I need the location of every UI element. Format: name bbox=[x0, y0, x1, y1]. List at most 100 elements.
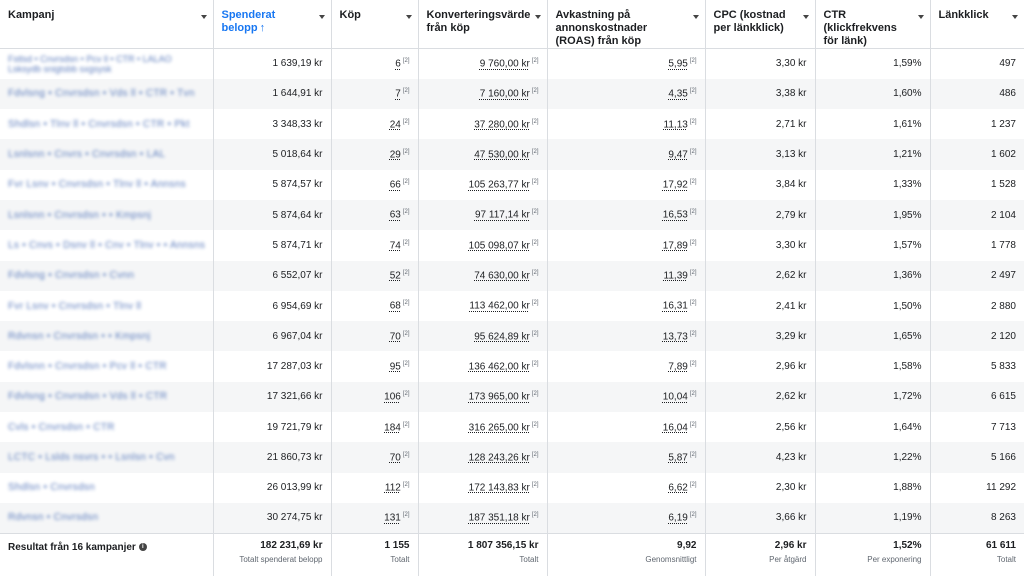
campaign-name-cell[interactable]: Ls • Cnvs • Dsnv ll • Cnv • Tlnv • • Ann… bbox=[0, 230, 214, 261]
campaign-name-cell[interactable]: LCTC • Lslds nsvrs • • Lsnlsn • Cvn bbox=[0, 442, 214, 473]
kop-cell[interactable]: 66 [2] bbox=[331, 169, 419, 200]
kop-cell[interactable]: 106 [2] bbox=[331, 381, 419, 413]
campaign-name-link[interactable]: Fvr Lsnv • Cnvrsdsn • Tlnv ll • Annsns bbox=[8, 179, 186, 190]
column-header-roas[interactable]: Avkastning på annonskostnader (ROAS) frå… bbox=[547, 0, 706, 49]
konv-cell[interactable]: 105 098,07 kr [2] bbox=[418, 230, 548, 261]
campaign-name-link[interactable]: Rdvnsn • Cnvrsdsn bbox=[8, 512, 98, 523]
sort-caret-icon[interactable] bbox=[917, 15, 924, 19]
campaign-name-cell[interactable]: Rdvnsn • Cnvrsdsn bbox=[0, 502, 214, 534]
campaign-name-link[interactable]: Lsnlsnn • Cnvrs • Cnvrsdsn • LAL bbox=[8, 149, 165, 160]
campaign-name-cell[interactable]: Lsnlsnn • Cnvrsdsn • • Kmpsnj bbox=[0, 199, 214, 231]
roas-cell[interactable]: 7,89 [2] bbox=[547, 351, 706, 382]
campaign-name-link[interactable]: Fvr Lsnv • Cnvrsdsn • Tlnv ll bbox=[8, 301, 141, 312]
sort-caret-icon[interactable] bbox=[802, 15, 809, 19]
sort-caret-icon[interactable] bbox=[1012, 15, 1018, 19]
kop-cell[interactable]: 6 [2] bbox=[331, 48, 419, 79]
kop-cell[interactable]: 74 [2] bbox=[331, 230, 419, 261]
roas-cell[interactable]: 9,47 [2] bbox=[547, 139, 706, 170]
roas-cell[interactable]: 5,95 [2] bbox=[547, 48, 706, 79]
sort-caret-icon[interactable] bbox=[405, 15, 412, 19]
kop-cell[interactable]: 70 [2] bbox=[331, 442, 419, 473]
campaign-name-cell[interactable]: Fstlsd • Cnvrsdsn • Pcv ll • CTR • LALAO… bbox=[0, 48, 214, 79]
campaign-name-cell[interactable]: Cvls • Cnvrsdsn • CTR bbox=[0, 412, 214, 443]
konv-cell[interactable]: 7 160,00 kr [2] bbox=[418, 78, 548, 110]
column-header-kampanj[interactable]: Kampanj bbox=[0, 0, 214, 49]
konv-cell[interactable]: 95 624,89 kr [2] bbox=[418, 321, 548, 352]
roas-cell[interactable]: 5,87 [2] bbox=[547, 442, 706, 473]
konv-cell[interactable]: 105 263,77 kr [2] bbox=[418, 169, 548, 200]
roas-cell[interactable]: 11,13 [2] bbox=[547, 109, 706, 140]
roas-cell[interactable]: 10,04 [2] bbox=[547, 381, 706, 413]
kop-cell[interactable]: 52 [2] bbox=[331, 260, 419, 291]
roas-cell[interactable]: 4,35 [2] bbox=[547, 78, 706, 110]
sort-caret-icon[interactable] bbox=[318, 15, 325, 19]
konv-cell[interactable]: 74 630,00 kr [2] bbox=[418, 260, 548, 291]
roas-cell[interactable]: 17,92 [2] bbox=[547, 169, 706, 200]
campaign-name-cell[interactable]: Shdlsn • Tlnv ll • Cnvrsdsn • CTR • Pkt bbox=[0, 109, 214, 140]
table-row: Cvls • Cnvrsdsn • CTR 19 721,79 kr 184 [2] 3… bbox=[0, 412, 1024, 443]
campaign-name-link[interactable]: Ls • Cnvs • Dsnv ll • Cnv • Tlnv • • Ann… bbox=[8, 240, 205, 251]
kop-cell[interactable]: 24 [2] bbox=[331, 109, 419, 140]
column-header-ctr[interactable]: CTR (klickfrekvens för länk) bbox=[815, 0, 931, 49]
konv-cell[interactable]: 9 760,00 kr [2] bbox=[418, 48, 548, 79]
campaign-name-link[interactable]: Cvls • Cnvrsdsn • CTR bbox=[8, 422, 115, 433]
sort-caret-icon[interactable] bbox=[534, 15, 541, 19]
konv-cell[interactable]: 113 462,00 kr [2] bbox=[418, 290, 548, 322]
konv-cell[interactable]: 47 530,00 kr [2] bbox=[418, 139, 548, 170]
kop-cell[interactable]: 95 [2] bbox=[331, 351, 419, 382]
campaign-name-link[interactable]: Lsnlsnn • Cnvrsdsn • • Kmpsnj bbox=[8, 210, 151, 221]
column-header-spend[interactable]: Spenderat belopp ↑ bbox=[213, 0, 332, 49]
konv-cell[interactable]: 316 265,00 kr [2] bbox=[418, 412, 548, 443]
konv-cell[interactable]: 172 143,83 kr [2] bbox=[418, 472, 548, 503]
campaign-name-cell[interactable]: Fvr Lsnv • Cnvrsdsn • Tlnv ll bbox=[0, 290, 214, 322]
roas-cell[interactable]: 13,73 [2] bbox=[547, 321, 706, 352]
kop-cell[interactable]: 63 [2] bbox=[331, 199, 419, 231]
campaign-name-link[interactable]: Fdvlsnn • Cnvrsdsn • Pcv ll • CTR bbox=[8, 361, 167, 372]
roas-cell[interactable]: 6,19 [2] bbox=[547, 502, 706, 534]
campaign-name-cell[interactable]: Lsnlsnn • Cnvrs • Cnvrsdsn • LAL bbox=[0, 139, 214, 170]
info-icon[interactable]: i bbox=[138, 543, 147, 552]
roas-cell[interactable]: 17,89 [2] bbox=[547, 230, 706, 261]
campaign-name-link[interactable]: LCTC • Lslds nsvrs • • Lsnlsn • Cvn bbox=[8, 452, 175, 463]
konv-cell[interactable]: 187 351,18 kr [2] bbox=[418, 502, 548, 534]
roas-cell[interactable]: 6,62 [2] bbox=[547, 472, 706, 503]
campaign-name-link[interactable]: Shdlsn • Tlnv ll • Cnvrsdsn • CTR • Pkt bbox=[8, 119, 190, 130]
kop-cell[interactable]: 7 [2] bbox=[331, 78, 419, 110]
konv-cell[interactable]: 136 462,00 kr [2] bbox=[418, 351, 548, 382]
campaign-name-link[interactable]: Rdvnsn • Cnvrsdsn • • Kmpsnj bbox=[8, 331, 150, 342]
konv-cell[interactable]: 173 965,00 kr [2] bbox=[418, 381, 548, 413]
sort-caret-icon[interactable] bbox=[200, 15, 207, 19]
roas-cell[interactable]: 16,53 [2] bbox=[547, 199, 706, 231]
campaign-name-cell[interactable]: Fdvlsng • Cnvrsdsn • Vds ll • CTR • Tvn bbox=[0, 78, 214, 110]
roas-cell[interactable]: 16,31 [2] bbox=[547, 290, 706, 322]
campaign-name-cell[interactable]: Rdvnsn • Cnvrsdsn • • Kmpsnj bbox=[0, 321, 214, 352]
konv-cell[interactable]: 37 280,00 kr [2] bbox=[418, 109, 548, 140]
konv-cell[interactable]: 128 243,26 kr [2] bbox=[418, 442, 548, 473]
kop-cell[interactable]: 112 [2] bbox=[331, 472, 419, 503]
kop-cell[interactable]: 131 [2] bbox=[331, 502, 419, 534]
roas-cell[interactable]: 11,39 [2] bbox=[547, 260, 706, 291]
campaign-name-link[interactable]: Fstlsd • Cnvrsdsn • Pcv ll • CTR • LALAO bbox=[8, 54, 205, 64]
roas-cell[interactable]: 16,04 [2] bbox=[547, 412, 706, 443]
campaign-name-link[interactable]: Fdvlsng • Cnvrsdsn • Vds ll • CTR bbox=[8, 391, 167, 402]
campaign-name-link[interactable]: Fdvlsng • Cnvrsdsn • Vds ll • CTR • Tvn bbox=[8, 88, 195, 99]
column-header-cpc[interactable]: CPC (kostnad per länkklick) bbox=[705, 0, 816, 49]
totals-cpc: 2,96 kr Per åtgärd bbox=[705, 532, 816, 576]
campaign-name-cell[interactable]: Shdlsn • Cnvrsdsn bbox=[0, 472, 214, 503]
kop-cell[interactable]: 68 [2] bbox=[331, 290, 419, 322]
column-header-lank[interactable]: Länkklick bbox=[930, 0, 1024, 49]
table-row: Rdvnsn • Cnvrsdsn 30 274,75 kr 131 [2] 187 3… bbox=[0, 502, 1024, 534]
kop-cell[interactable]: 184 [2] bbox=[331, 412, 419, 443]
campaign-name-link[interactable]: Shdlsn • Cnvrsdsn bbox=[8, 482, 95, 493]
column-header-konv[interactable]: Konverteringsvärde från köp bbox=[418, 0, 548, 49]
kop-cell[interactable]: 29 [2] bbox=[331, 139, 419, 170]
campaign-name-cell[interactable]: Fdvlsng • Cnvrsdsn • Cvnn bbox=[0, 260, 214, 291]
campaign-name-cell[interactable]: Fvr Lsnv • Cnvrsdsn • Tlnv ll • Annsns bbox=[0, 169, 214, 200]
campaign-name-cell[interactable]: Fdvlsnn • Cnvrsdsn • Pcv ll • CTR bbox=[0, 351, 214, 382]
konv-cell[interactable]: 97 117,14 kr [2] bbox=[418, 199, 548, 231]
campaign-name-link[interactable]: Fdvlsng • Cnvrsdsn • Cvnn bbox=[8, 270, 134, 281]
kop-cell[interactable]: 70 [2] bbox=[331, 321, 419, 352]
sort-caret-icon[interactable] bbox=[692, 15, 699, 19]
campaign-name-cell[interactable]: Fdvlsng • Cnvrsdsn • Vds ll • CTR bbox=[0, 381, 214, 413]
column-header-kop[interactable]: Köp bbox=[331, 0, 419, 49]
